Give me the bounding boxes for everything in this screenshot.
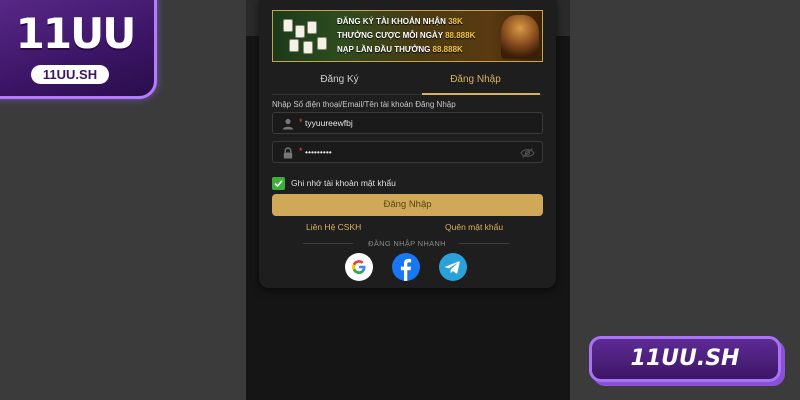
user-icon — [282, 118, 294, 130]
mahjong-tile-icon — [295, 25, 305, 38]
warrior-character-icon — [501, 15, 539, 59]
divider-left — [303, 243, 353, 244]
password-field[interactable]: * ••••••••• — [272, 141, 543, 163]
tab-login[interactable]: Đăng Nhập — [408, 66, 543, 94]
brand-logo[interactable]: 11UU 11UU.SH — [0, 0, 157, 99]
required-mark: * — [299, 146, 303, 156]
telegram-login-button[interactable] — [439, 253, 467, 281]
mahjong-tile-icon — [289, 39, 299, 52]
quick-login-label: ĐĂNG NHẬP NHANH — [368, 239, 446, 248]
checkmark-icon — [274, 180, 283, 188]
lock-icon — [283, 147, 293, 159]
google-login-button[interactable] — [345, 253, 373, 281]
login-button[interactable]: Đăng Nhập — [272, 194, 543, 216]
divider-right — [459, 243, 509, 244]
forgot-password-link[interactable]: Quên mật khẩu — [445, 222, 503, 232]
username-field[interactable]: * — [272, 112, 543, 134]
mahjong-tile-icon — [307, 21, 317, 34]
support-link[interactable]: Liên Hệ CSKH — [306, 222, 361, 232]
required-mark: * — [299, 117, 303, 127]
mahjong-tile-icon — [317, 37, 327, 50]
login-card: ĐĂNG KÝ TÀI KHOẢN NHẬN 38K THƯỞNG CƯỢC M… — [259, 0, 556, 288]
promo-banner[interactable]: ĐĂNG KÝ TÀI KHOẢN NHẬN 38K THƯỞNG CƯỢC M… — [272, 10, 543, 62]
remember-label: Ghi nhớ tài khoản mật khẩu — [291, 178, 396, 188]
domain-badge: 11UU.SH — [589, 336, 781, 382]
tab-register[interactable]: Đăng Ký — [272, 66, 407, 94]
auth-tabs: Đăng Ký Đăng Nhập — [272, 66, 543, 95]
banner-line-2: THƯỞNG CƯỢC MỖI NGÀY 88.888K — [337, 31, 476, 40]
telegram-icon — [444, 261, 460, 274]
banner-line-1: ĐĂNG KÝ TÀI KHOẢN NHẬN 38K — [337, 17, 463, 26]
logo-domain: 11UU.SH — [31, 65, 109, 84]
active-tab-indicator — [422, 93, 540, 95]
mahjong-tile-icon — [283, 19, 293, 32]
password-input[interactable]: ••••••••• — [305, 147, 505, 157]
mahjong-tile-icon — [303, 41, 313, 54]
eye-hidden-icon[interactable] — [520, 147, 535, 159]
badge-text: 11UU.SH — [630, 346, 740, 371]
logo-text: 11UU — [15, 9, 137, 58]
google-icon — [352, 260, 366, 274]
remember-checkbox[interactable] — [272, 177, 285, 190]
username-input[interactable] — [305, 118, 505, 128]
facebook-icon — [400, 258, 412, 281]
banner-line-3: NẠP LẦN ĐẦU THƯỞNG 88.888K — [337, 45, 463, 54]
username-hint: Nhập Số điện thoại/Email/Tên tài khoản Đ… — [272, 100, 456, 109]
facebook-login-button[interactable] — [392, 253, 420, 281]
